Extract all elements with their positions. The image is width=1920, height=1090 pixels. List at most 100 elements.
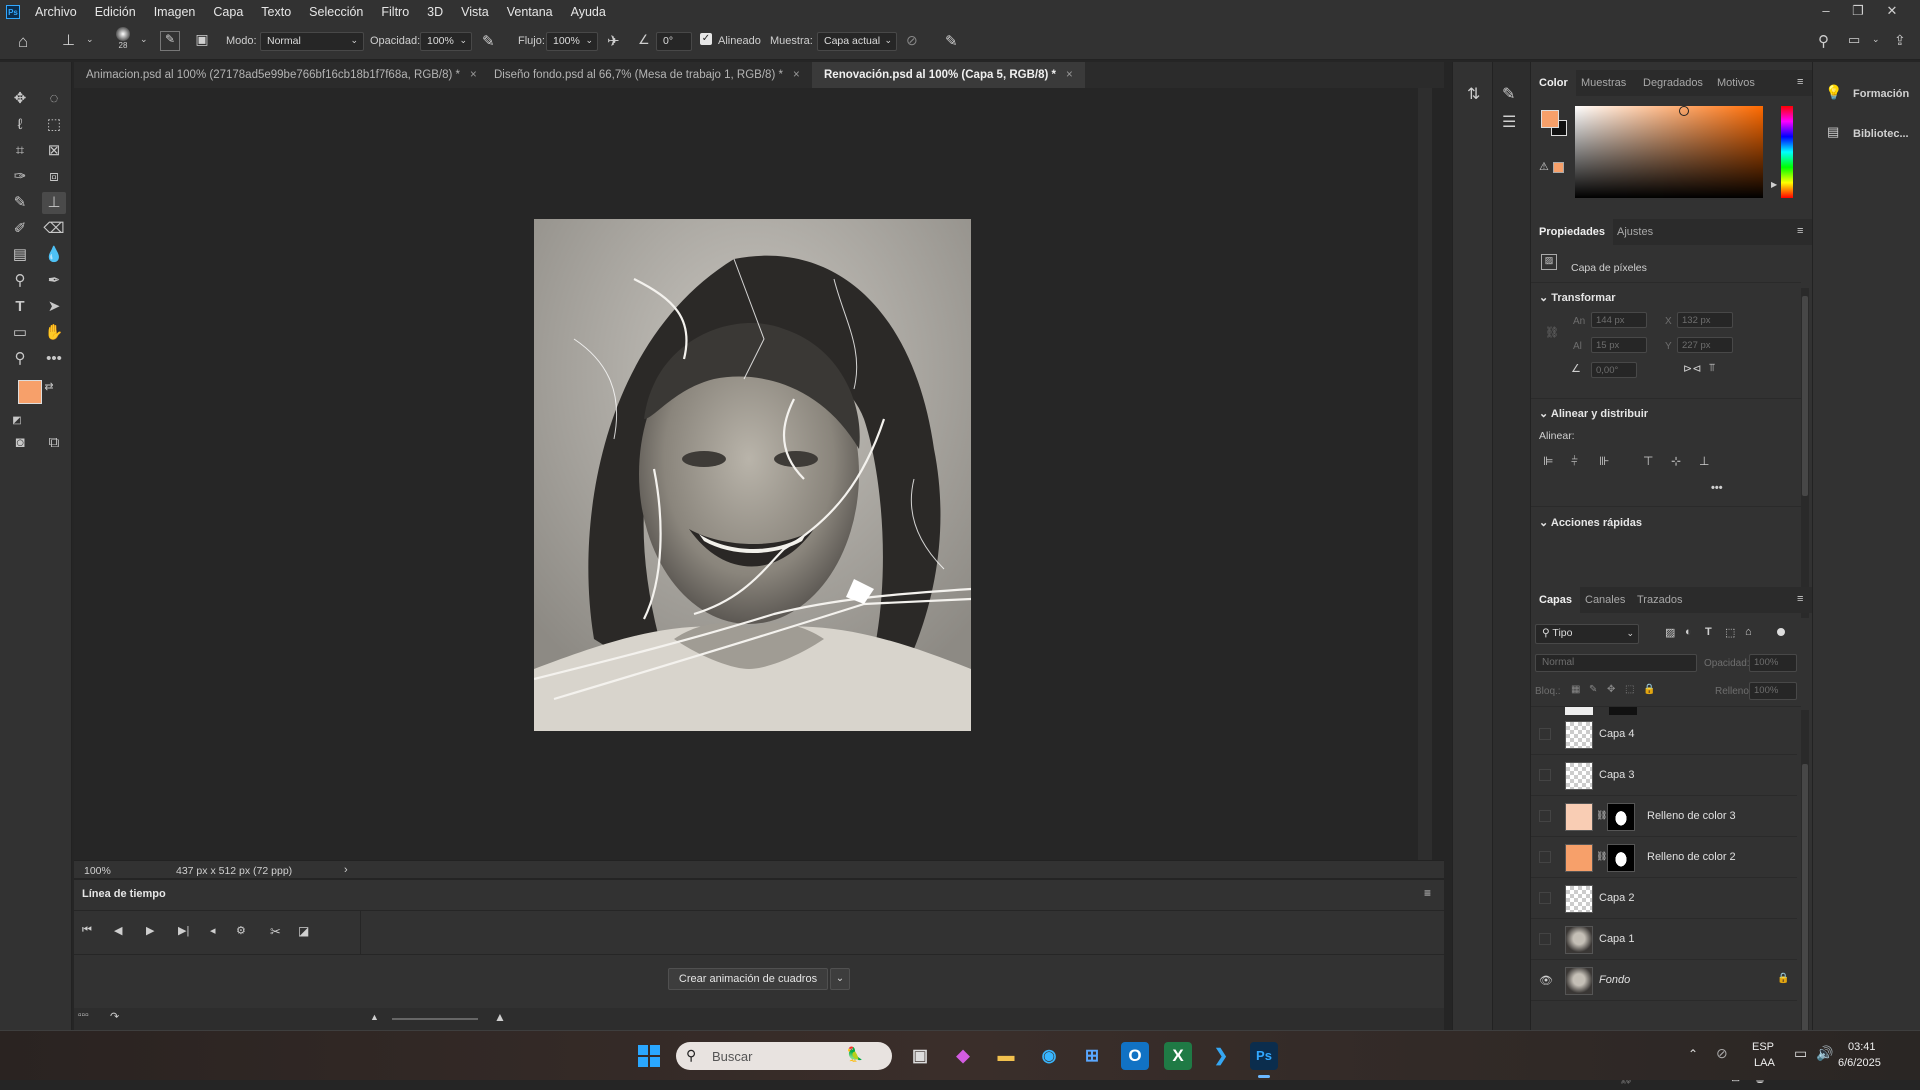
status-more-arrow[interactable]: › [344, 864, 348, 876]
menu-vista[interactable]: Vista [452, 0, 498, 24]
lock-pixels-icon[interactable]: ✎ [1589, 684, 1597, 695]
clone-stamp-tool-icon[interactable]: ⊥ [42, 192, 66, 214]
panel-menu-icon[interactable]: ≡ [1797, 593, 1803, 605]
visibility-toggle[interactable] [1539, 810, 1551, 822]
network-offline-icon[interactable]: ⊘ [1716, 1045, 1728, 1062]
layer-filter-select[interactable]: ⚲ Tipo ⌄ [1535, 624, 1639, 644]
layer-row[interactable]: ⛓ Relleno de color 2 [1531, 838, 1797, 878]
brush-preview-icon[interactable]: 28 [113, 27, 133, 50]
mask-link-icon[interactable]: ⛓ [1596, 810, 1607, 821]
flow-input[interactable]: 100% ⌄ [546, 32, 598, 51]
chevron-up-icon[interactable]: ⌃ [1688, 1047, 1698, 1061]
aligned-checkbox[interactable]: ✓ [700, 33, 712, 45]
menu-imagen[interactable]: Imagen [145, 0, 205, 24]
volume-icon[interactable]: 🔊 [1816, 1045, 1833, 1062]
close-window-icon[interactable]: ✕ [1876, 0, 1908, 24]
zoom-level[interactable]: 100% [84, 865, 111, 877]
properties-scrollbar[interactable] [1801, 288, 1809, 618]
more-options-icon[interactable]: ••• [1711, 482, 1723, 494]
edge-icon[interactable]: ◉ [1035, 1042, 1063, 1070]
visibility-toggle[interactable] [1539, 728, 1551, 740]
flip-horizontal-icon[interactable]: ⊳⊲ [1683, 362, 1701, 375]
filter-pixel-icon[interactable]: ▨ [1665, 626, 1675, 639]
audio-icon[interactable]: ◂ [210, 924, 216, 937]
chevron-down-icon[interactable]: ⌄ [86, 34, 94, 45]
tab-degradados[interactable]: Degradados [1635, 70, 1711, 96]
frame-tool-icon[interactable]: ⊠ [42, 140, 66, 162]
home-icon[interactable]: ⌂ [18, 32, 28, 52]
chevron-down-icon[interactable]: ⌄ [140, 34, 148, 45]
zoom-in-icon[interactable]: ▲ [494, 1010, 506, 1024]
lasso-tool-icon[interactable]: ℓ [8, 114, 32, 136]
quick-actions-section[interactable]: ⌄ Acciones rápidas [1539, 516, 1809, 529]
close-tab-icon[interactable]: × [1066, 69, 1073, 81]
panel-menu-icon[interactable]: ≡ [1797, 225, 1803, 237]
move-tool-icon[interactable]: ✥ [8, 88, 32, 110]
menu-ayuda[interactable]: Ayuda [562, 0, 615, 24]
default-colors-icon[interactable]: ◩ [10, 410, 24, 432]
layer-mask-thumbnail[interactable] [1607, 844, 1635, 872]
hue-slider-arrow-icon[interactable]: ▶ [1771, 180, 1777, 189]
angle-input[interactable]: 0° [656, 32, 692, 51]
history-brush-tool-icon[interactable]: ✐ [8, 218, 32, 240]
clone-stamp-preset-icon[interactable]: ⊥ [62, 31, 75, 49]
settings-gear-icon[interactable]: ⚙ [236, 924, 246, 937]
dodge-tool-icon[interactable]: ⚲ [8, 270, 32, 292]
brush-panel-icon[interactable]: ✎ [1502, 84, 1515, 104]
tab-renovacion[interactable]: Renovación.psd al 100% (Capa 5, RGB/8) *… [812, 62, 1085, 88]
lock-transparent-icon[interactable]: ▦ [1571, 684, 1580, 695]
fill-input[interactable]: 100% [1749, 682, 1797, 700]
align-section[interactable]: ⌄ Alinear y distribuir [1539, 407, 1809, 420]
visibility-toggle[interactable] [1539, 933, 1551, 945]
more-tools-icon[interactable]: ••• [42, 348, 66, 370]
lightbulb-icon[interactable]: 💡 [1825, 84, 1842, 101]
timeline-zoom-slider[interactable] [392, 1018, 478, 1020]
crop-tool-icon[interactable]: ⌗ [8, 140, 32, 162]
layer-row[interactable]: ⛓ Relleno de color 3 [1531, 797, 1797, 837]
gradient-tool-icon[interactable]: ▤ [8, 244, 32, 266]
align-left-icon[interactable]: ⊫ [1543, 454, 1553, 468]
filter-type-icon[interactable]: T [1705, 626, 1712, 638]
tab-muestras[interactable]: Muestras [1573, 70, 1634, 96]
panel-menu-icon[interactable]: ≡ [1424, 886, 1431, 900]
height-field[interactable]: 15 px [1591, 337, 1647, 353]
path-select-tool-icon[interactable]: ➤ [42, 296, 66, 318]
menu-ventana[interactable]: Ventana [498, 0, 562, 24]
chevron-down-icon[interactable]: ⌄ [830, 968, 850, 990]
gamut-swatch[interactable] [1553, 162, 1564, 173]
layer-row[interactable]: Capa 3 [1531, 756, 1797, 796]
lock-all-icon[interactable]: 🔒 [1643, 684, 1655, 695]
angle-field[interactable]: 0,00° [1591, 362, 1637, 378]
language-bottom[interactable]: LAA [1754, 1057, 1775, 1069]
zoom-tool-icon[interactable]: ⚲ [8, 348, 32, 370]
menu-seleccion[interactable]: Selección [300, 0, 372, 24]
share-icon[interactable]: ⇪ [1894, 32, 1906, 49]
tab-diseno-fondo[interactable]: Diseño fondo.psd al 66,7% (Mesa de traba… [482, 62, 812, 88]
filter-toggle-icon[interactable] [1777, 628, 1785, 636]
menu-archivo[interactable]: Archivo [26, 0, 86, 24]
mode-select[interactable]: Normal ⌄ [260, 32, 364, 51]
type-tool-icon[interactable]: T [8, 296, 32, 318]
outlook-icon[interactable]: O [1121, 1042, 1149, 1070]
zoom-out-icon[interactable]: ▲ [370, 1012, 379, 1022]
file-explorer-icon[interactable]: ▬ [992, 1042, 1020, 1070]
search-icon[interactable]: ⚲ [1818, 32, 1829, 50]
close-tab-icon[interactable]: × [470, 69, 477, 81]
tab-trazados[interactable]: Trazados [1629, 587, 1690, 613]
transform-section[interactable]: ⌄ Transformar [1539, 291, 1809, 304]
lock-position-icon[interactable]: ✥ [1607, 684, 1615, 695]
panel-menu-icon[interactable]: ≡ [1797, 76, 1803, 88]
layers-scrollbar[interactable] [1801, 710, 1809, 1072]
task-view-icon[interactable]: ▣ [906, 1042, 934, 1070]
libraries-icon[interactable]: ▤ [1827, 124, 1839, 140]
screen-mode-icon[interactable]: ⧉ [42, 432, 66, 454]
y-field[interactable]: 227 px [1677, 337, 1733, 353]
blend-mode-select[interactable]: Normal [1535, 654, 1697, 672]
clone-source-icon[interactable]: ▣ [192, 31, 212, 51]
filter-adjustment-icon[interactable]: ◐ [1685, 626, 1692, 638]
visibility-toggle[interactable] [1539, 851, 1551, 863]
menu-edicion[interactable]: Edición [86, 0, 145, 24]
align-bottom-icon[interactable]: ⊥ [1699, 454, 1709, 468]
ignore-adjustment-icon[interactable]: ⊘ [906, 32, 918, 49]
mask-link-icon[interactable]: ⛓ [1596, 851, 1607, 862]
